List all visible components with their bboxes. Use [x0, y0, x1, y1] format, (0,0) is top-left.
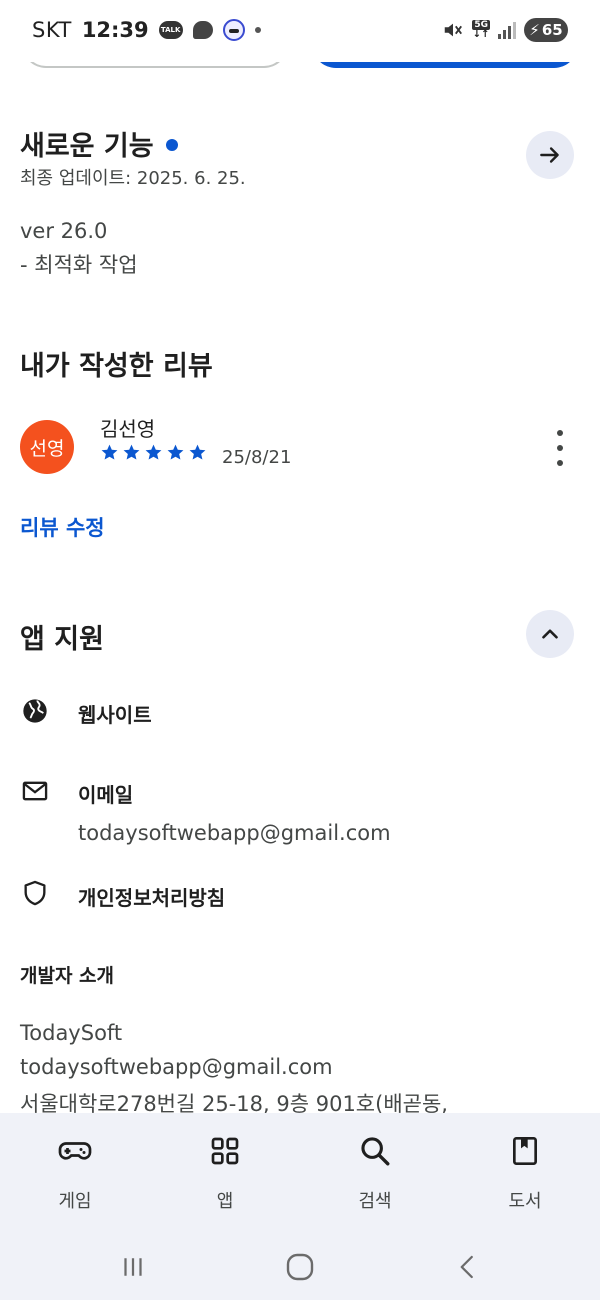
email-row[interactable] [20, 776, 50, 806]
gamepad-icon [55, 1131, 95, 1171]
home-icon [286, 1253, 314, 1281]
release-notes-text: - 최적화 작업 [20, 253, 138, 277]
shield-icon [20, 878, 50, 908]
chevron-up-icon [542, 629, 558, 639]
nav-item-search[interactable]: 검색 [300, 1113, 450, 1233]
new-indicator-dot [165, 138, 178, 151]
status-bar: SKT 12:39 TALK 5G ↓↑ ⚡ 65 [0, 0, 600, 62]
network-icon: 5G ↓↑ [472, 20, 490, 40]
star-icon [101, 444, 118, 460]
reviewer-name: 김선영 [100, 417, 156, 441]
clock: 12:39 [81, 18, 149, 42]
signal-icon [498, 21, 516, 39]
nav-item-books[interactable]: 도서 [450, 1113, 600, 1233]
star-rating [100, 443, 207, 462]
nav-label-books: 도서 [508, 1191, 542, 1212]
recents-icon [124, 1258, 142, 1276]
home-button[interactable] [280, 1247, 320, 1287]
developer-email[interactable]: todaysoftwebapp@gmail.com [20, 1055, 333, 1079]
app-notification-icon [222, 19, 245, 41]
apps-grid-icon [205, 1131, 245, 1171]
website-label[interactable]: 웹사이트 [78, 699, 152, 728]
nav-label-apps: 앱 [216, 1191, 234, 1212]
nav-label-search: 검색 [358, 1191, 392, 1212]
star-icon [123, 444, 140, 460]
developer-heading: 개발자 소개 [20, 965, 115, 987]
star-icon [189, 444, 206, 460]
search-icon [355, 1131, 395, 1171]
more-options-icon[interactable] [548, 430, 572, 466]
my-review-heading: 내가 작성한 리뷰 [20, 351, 213, 382]
nav-item-apps[interactable]: 앱 [150, 1113, 300, 1233]
globe-icon [20, 696, 50, 726]
avatar: 선영 [20, 420, 74, 474]
arrow-right-icon [540, 147, 559, 163]
back-button[interactable] [448, 1247, 488, 1287]
privacy-policy-row[interactable] [20, 878, 50, 908]
app-support-heading: 앱 지원 [20, 624, 104, 655]
nav-item-games[interactable]: 게임 [0, 1113, 150, 1233]
back-icon [460, 1255, 473, 1279]
star-icon [145, 444, 162, 460]
email-value[interactable]: todaysoftwebapp@gmail.com [78, 821, 391, 845]
bottom-navigation: 게임 앱 검색 도서 [0, 1113, 600, 1233]
book-icon [505, 1131, 545, 1171]
developer-name: TodaySoft [20, 1021, 123, 1045]
edit-review-button[interactable]: 리뷰 수정 [20, 512, 105, 542]
system-navigation-bar [0, 1233, 600, 1300]
website-row[interactable] [20, 696, 50, 726]
privacy-policy-label[interactable]: 개인정보처리방침 [78, 882, 225, 911]
more-notifications-icon [254, 27, 261, 33]
review-date: 25/8/21 [222, 447, 292, 468]
carrier-label: SKT [32, 18, 72, 42]
whats-new-heading: 새로운 기능 [20, 124, 178, 163]
nav-label-games: 게임 [58, 1191, 92, 1212]
recent-apps-button[interactable] [113, 1247, 153, 1287]
whats-new-arrow-button[interactable] [526, 131, 574, 179]
talk-notification-icon: TALK [158, 21, 183, 39]
collapse-support-button[interactable] [526, 610, 574, 658]
star-icon [167, 444, 184, 460]
battery-icon: ⚡ 65 [524, 18, 568, 42]
mute-icon [442, 19, 464, 41]
last-updated-text: 최종 업데이트: 2025. 6. 25. [20, 168, 246, 189]
version-text: ver 26.0 [20, 219, 108, 243]
email-label[interactable]: 이메일 [78, 779, 133, 808]
mail-icon [20, 776, 50, 806]
chat-notification-icon [192, 21, 213, 39]
